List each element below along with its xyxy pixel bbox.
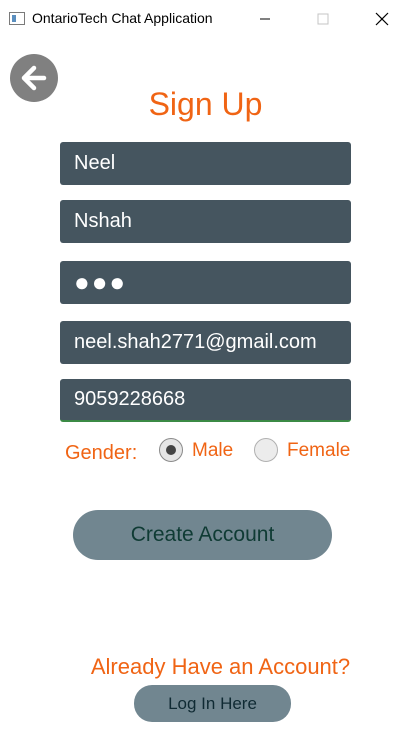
close-icon xyxy=(375,12,389,26)
create-account-button[interactable]: Create Account xyxy=(73,510,332,560)
email-input[interactable] xyxy=(60,321,351,364)
gender-label: Gender: xyxy=(65,442,138,464)
close-button[interactable] xyxy=(353,0,411,38)
gender-radio-male[interactable] xyxy=(159,438,183,462)
window-title: OntarioTech Chat Application xyxy=(32,10,213,26)
phone-input[interactable] xyxy=(60,379,351,422)
minimize-button[interactable] xyxy=(236,0,294,38)
username-input[interactable] xyxy=(60,200,351,243)
title-bar: OntarioTech Chat Application xyxy=(0,0,411,38)
first-name-input[interactable] xyxy=(60,142,351,185)
login-button[interactable]: Log In Here xyxy=(134,685,291,722)
maximize-icon xyxy=(317,13,329,25)
minimize-icon xyxy=(260,18,270,20)
gender-female-label[interactable]: Female xyxy=(287,440,350,462)
app-icon xyxy=(9,12,25,25)
already-have-account-text: Already Have an Account? xyxy=(90,654,351,679)
gender-male-label[interactable]: Male xyxy=(192,440,233,462)
gender-radio-female[interactable] xyxy=(254,438,278,462)
page-title: Sign Up xyxy=(148,86,263,122)
password-input[interactable] xyxy=(60,261,351,304)
maximize-button[interactable] xyxy=(294,0,352,38)
